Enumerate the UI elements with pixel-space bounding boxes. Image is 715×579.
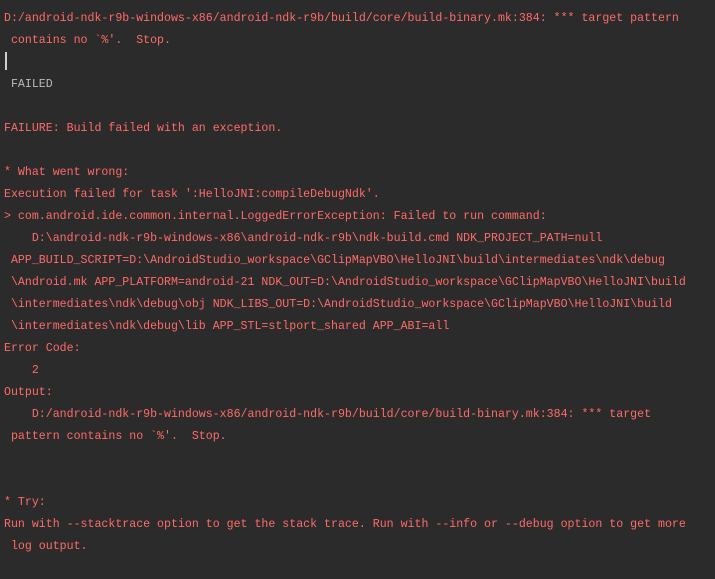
build-output-console[interactable]: D:/android-ndk-r9b-windows-x86/android-n… [0,0,715,579]
text-cursor [5,52,7,70]
console-line: \intermediates\ndk\debug\lib APP_STL=stl… [4,320,450,333]
error-code-label: Error Code: [4,342,81,355]
failure-heading: FAILURE: Build failed with an exception. [4,122,283,135]
console-line: Run with --stacktrace option to get the … [4,518,686,531]
console-line: contains no `%'. Stop. [4,34,171,47]
console-line: D:/android-ndk-r9b-windows-x86/android-n… [4,408,652,421]
failed-status-line: FAILED [4,78,53,91]
what-went-wrong-heading: * What went wrong: [4,166,130,179]
try-heading: * Try: [4,496,46,509]
console-line: \Android.mk APP_PLATFORM=android-21 NDK_… [4,276,686,289]
error-code-value: 2 [4,364,39,377]
console-line: > com.android.ide.common.internal.Logged… [4,210,547,223]
console-line: log output. [4,540,88,553]
console-line: D:\android-ndk-r9b-windows-x86\android-n… [4,232,603,245]
console-line: APP_BUILD_SCRIPT=D:\AndroidStudio_worksp… [4,254,665,267]
console-line: pattern contains no `%'. Stop. [4,430,227,443]
console-line: D:/android-ndk-r9b-windows-x86/android-n… [4,12,679,25]
console-line: \intermediates\ndk\debug\obj NDK_LIBS_OU… [4,298,672,311]
output-label: Output: [4,386,53,399]
console-line: Execution failed for task ':HelloJNI:com… [4,188,380,201]
